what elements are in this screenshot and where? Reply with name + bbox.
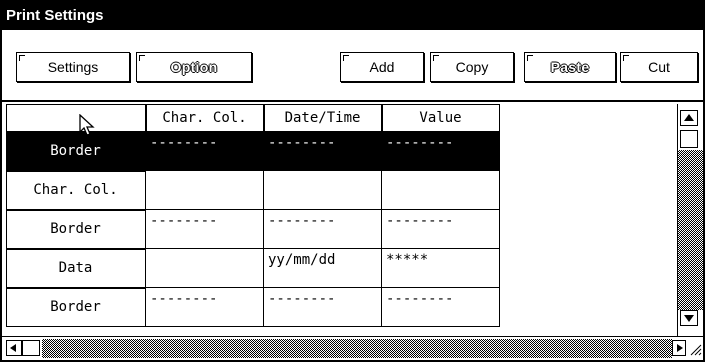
horizontal-scroll-track[interactable] — [42, 339, 672, 358]
grid-cell[interactable]: -------- — [382, 288, 500, 327]
row-header-data[interactable]: Data — [6, 249, 146, 288]
row-header-border[interactable]: Border — [6, 288, 146, 327]
grid-cell[interactable] — [146, 171, 264, 210]
grid-cell[interactable]: -------- — [382, 132, 500, 171]
column-header-char-col[interactable]: Char. Col. — [146, 104, 264, 132]
grid-cell[interactable]: -------- — [146, 288, 264, 327]
column-header-date-time[interactable]: Date/Time — [264, 104, 382, 132]
mouse-pointer-icon — [79, 114, 95, 136]
resize-grip-icon[interactable] — [688, 340, 702, 356]
vertical-scroll-track[interactable] — [678, 150, 703, 310]
window-title: Print Settings — [2, 2, 703, 30]
paste-button[interactable]: Paste — [524, 52, 616, 82]
grid-cell[interactable]: -------- — [264, 132, 382, 171]
add-button[interactable]: Add — [340, 52, 424, 82]
copy-button-label: Copy — [455, 59, 489, 75]
grid-cell[interactable]: -------- — [382, 210, 500, 249]
option-button[interactable]: Option — [136, 52, 252, 82]
row-header-border[interactable]: Border — [6, 210, 146, 249]
row-header-char-col[interactable]: Char. Col. — [6, 171, 146, 210]
cut-button[interactable]: Cut — [620, 52, 698, 82]
grid-cell[interactable]: -------- — [146, 210, 264, 249]
grid-cell[interactable]: ***** — [382, 249, 500, 288]
toolbar: Settings Option Add Copy Paste Cut — [2, 30, 703, 102]
settings-button-label: Settings — [47, 59, 99, 75]
grid-cell[interactable] — [382, 171, 500, 210]
grid-corner-cell[interactable] — [6, 104, 146, 132]
horizontal-scrollbar[interactable] — [2, 336, 703, 360]
copy-button[interactable]: Copy — [430, 52, 514, 82]
column-header-value[interactable]: Value — [382, 104, 500, 132]
vertical-scrollbar[interactable] — [677, 104, 703, 336]
cut-button-label: Cut — [648, 59, 670, 75]
grid-cell[interactable]: -------- — [264, 288, 382, 327]
grid-cell[interactable]: -------- — [146, 132, 264, 171]
grid-cell[interactable] — [264, 171, 382, 210]
print-settings-window: Print Settings Settings Option Add Copy … — [0, 0, 705, 362]
add-button-label: Add — [369, 59, 395, 75]
grid-cell[interactable]: -------- — [264, 210, 382, 249]
print-settings-grid: Char. Col. Date/Time Value Border ------… — [6, 104, 698, 336]
horizontal-scroll-thumb[interactable] — [22, 340, 40, 356]
vertical-scroll-thumb[interactable] — [680, 130, 698, 148]
scroll-right-arrow-icon[interactable] — [672, 340, 686, 356]
scroll-down-arrow-icon[interactable] — [680, 310, 698, 326]
scroll-up-arrow-icon[interactable] — [680, 110, 698, 126]
scroll-left-arrow-icon[interactable] — [6, 340, 22, 356]
settings-button[interactable]: Settings — [16, 52, 130, 82]
grid-cell[interactable] — [146, 249, 264, 288]
paste-button-label: Paste — [550, 59, 590, 75]
row-header-border[interactable]: Border — [6, 132, 146, 171]
option-button-label: Option — [170, 59, 218, 75]
grid-cell[interactable]: yy/mm/dd — [264, 249, 382, 288]
